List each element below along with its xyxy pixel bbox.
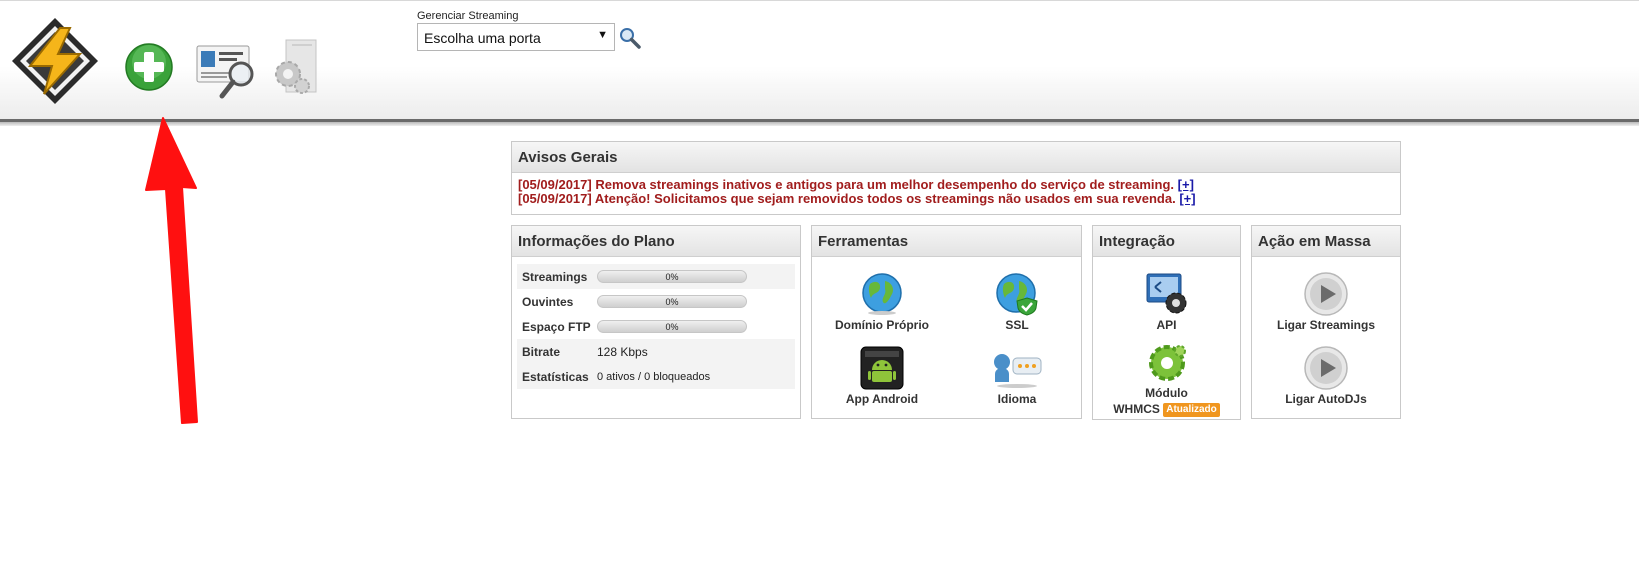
annotation-arrow — [145, 117, 198, 424]
